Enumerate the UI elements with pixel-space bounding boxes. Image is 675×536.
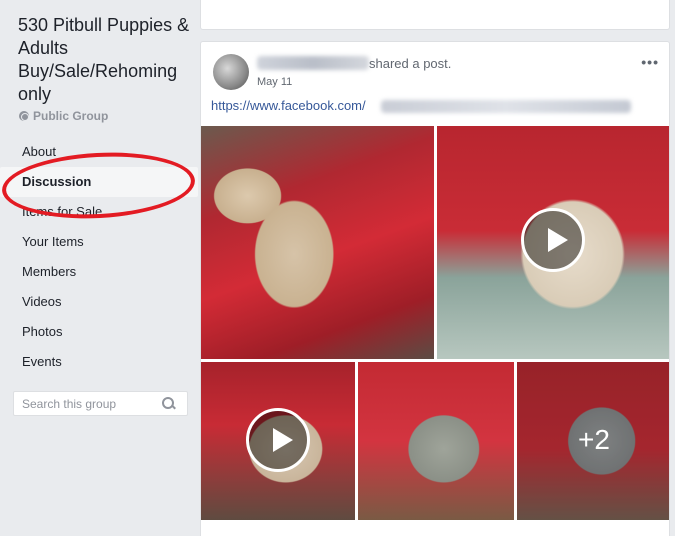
previous-post-card xyxy=(200,0,670,30)
nav-item-videos[interactable]: Videos xyxy=(0,287,198,317)
group-title[interactable]: 530 Pitbull Puppies & Adults Buy/Sale/Re… xyxy=(18,14,198,106)
nav-item-your-items[interactable]: Your Items xyxy=(0,227,198,257)
play-icon[interactable] xyxy=(521,208,585,272)
nav-item-photos[interactable]: Photos xyxy=(0,317,198,347)
post-date[interactable]: May 11 xyxy=(257,76,292,88)
post-video-1[interactable] xyxy=(437,126,669,359)
group-privacy: Public Group xyxy=(19,109,108,123)
post-action-text: shared a post. xyxy=(369,56,452,71)
post-video-2[interactable] xyxy=(201,362,355,520)
post-photo-2[interactable] xyxy=(358,362,514,520)
nav-item-discussion[interactable]: Discussion xyxy=(0,167,198,197)
group-sidebar: 530 Pitbull Puppies & Adults Buy/Sale/Re… xyxy=(0,0,200,536)
group-nav: About Discussion Items for Sale Your Ite… xyxy=(0,137,198,377)
more-options-icon[interactable]: ••• xyxy=(641,54,659,70)
post-photo-1[interactable] xyxy=(201,126,434,359)
play-icon[interactable] xyxy=(246,408,310,472)
group-privacy-label: Public Group xyxy=(33,109,109,123)
post-photo-more[interactable]: +2 xyxy=(517,362,669,520)
avatar[interactable] xyxy=(213,54,249,90)
post-card: shared a post. May 11 ••• https://www.fa… xyxy=(200,41,670,536)
nav-item-items-for-sale[interactable]: Items for Sale xyxy=(0,197,198,227)
more-photos-count: +2 xyxy=(578,424,610,455)
search-input[interactable] xyxy=(14,396,159,411)
globe-icon xyxy=(19,111,29,121)
author-name-redacted xyxy=(257,56,369,70)
nav-item-members[interactable]: Members xyxy=(0,257,198,287)
search-icon[interactable] xyxy=(159,394,179,414)
nav-item-about[interactable]: About xyxy=(0,137,198,167)
group-search xyxy=(13,391,188,416)
post-link-redacted xyxy=(381,100,631,113)
post-link[interactable]: https://www.facebook.com/ xyxy=(211,98,366,113)
nav-item-events[interactable]: Events xyxy=(0,347,198,377)
